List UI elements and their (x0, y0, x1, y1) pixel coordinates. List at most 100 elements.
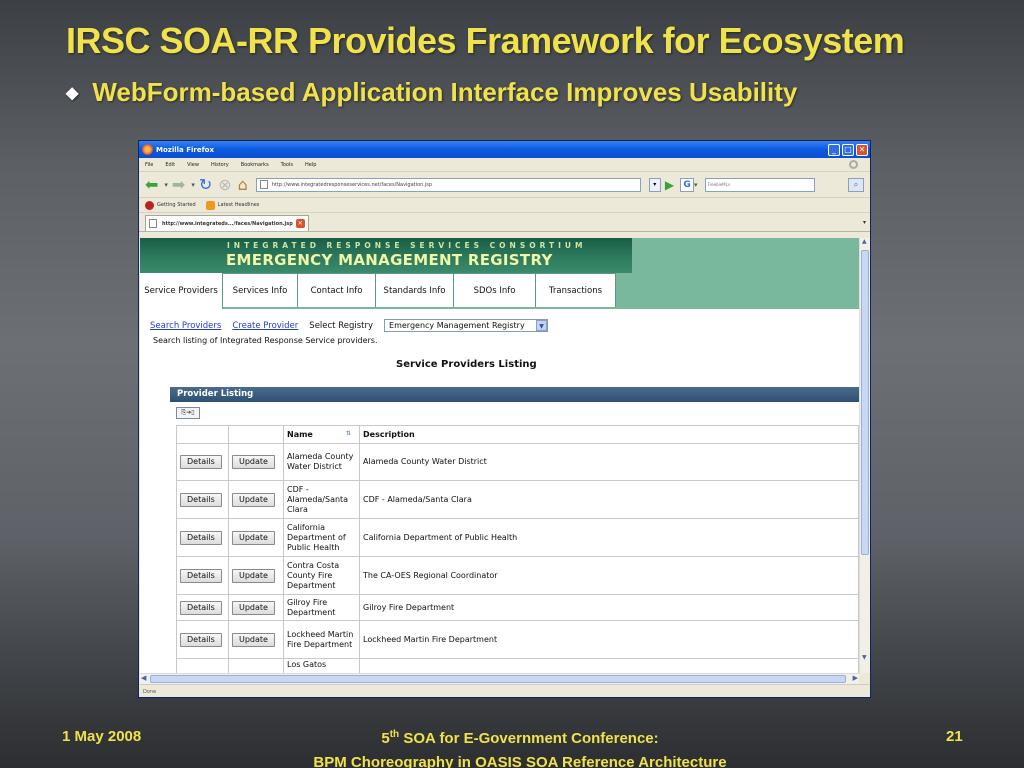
header-update-col (228, 425, 284, 444)
banner-title: EMERGENCY MANAGEMENT REGISTRY (226, 251, 553, 269)
details-button[interactable]: Details (180, 600, 222, 615)
back-dropdown-icon[interactable]: ▾ (164, 181, 168, 189)
stop-icon[interactable]: ⊗ (218, 176, 231, 193)
details-button[interactable]: Details (180, 632, 222, 647)
forward-dropdown-icon[interactable]: ▾ (191, 181, 195, 189)
menu-file[interactable]: File (145, 162, 153, 168)
search-providers-link[interactable]: Search Providers (150, 321, 221, 331)
close-tab-icon[interactable]: ✕ (295, 219, 305, 228)
footer-conf-num: 5 (381, 730, 390, 747)
slide-title: IRSC SOA-RR Provides Framework for Ecosy… (66, 20, 905, 61)
tab-service-providers[interactable]: Service Providers (140, 273, 223, 309)
home-icon[interactable]: ⌂ (238, 176, 248, 193)
table-row: Details Update Alameda County Water Dist… (176, 443, 859, 481)
rss-feed-icon (205, 200, 215, 210)
update-button[interactable]: Update (232, 632, 275, 647)
menu-edit[interactable]: Edit (165, 162, 175, 168)
header-name[interactable]: Name ⇅ (283, 425, 360, 444)
menu-bookmarks[interactable]: Bookmarks (241, 162, 269, 168)
menu-help[interactable]: Help (305, 162, 316, 168)
window-title: Mozilla Firefox (156, 145, 214, 154)
menu-view[interactable]: View (187, 162, 199, 168)
details-button[interactable]: Details (180, 455, 222, 469)
scroll-down-icon[interactable]: ▼ (862, 654, 867, 661)
registry-select-value: Emergency Management Registry (389, 321, 525, 330)
tab-list-dropdown-icon[interactable]: ▾ (863, 219, 866, 226)
tab-title: http://www.integrateds.../faces/Navigati… (162, 220, 293, 227)
throbber-icon (849, 160, 858, 169)
reload-icon[interactable]: ↻ (199, 176, 212, 193)
select-registry-label: Select Registry (309, 320, 374, 331)
details-button[interactable]: Details (180, 492, 222, 507)
header-description[interactable]: Description (359, 425, 859, 444)
diamond-bullet-icon: ◆ (66, 84, 79, 102)
maximize-button[interactable]: □ (842, 143, 854, 156)
scroll-up-icon[interactable]: ▲ (862, 238, 867, 245)
update-cell: Update (228, 443, 284, 481)
menu-tools[interactable]: Tools (281, 162, 293, 168)
provider-name: CDF - Alameda/Santa Clara (283, 480, 360, 519)
tab-standards-info[interactable]: Standards Info (376, 273, 454, 307)
close-window-button[interactable]: ✕ (856, 143, 868, 156)
url-bar[interactable]: http://www.integratedresponseservices.ne… (255, 177, 641, 192)
table-row: Details Update Gilroy Fire Department Gi… (176, 594, 859, 621)
tab-contact-info[interactable]: Contact Info (298, 273, 376, 307)
search-input[interactable]: FreebieMLv (704, 177, 815, 192)
footer-line2: BPM Choreography in OASIS SOA Reference … (313, 754, 727, 768)
vertical-scroll-thumb[interactable] (861, 250, 869, 555)
browser-titlebar: Mozilla Firefox _ □ ✕ (139, 141, 870, 158)
horizontal-scrollbar[interactable]: ◀ ▶ (140, 673, 859, 684)
minimize-button[interactable]: _ (828, 143, 840, 156)
update-cell: Update (228, 556, 284, 595)
firefox-icon (142, 144, 153, 155)
menu-history[interactable]: History (211, 162, 229, 168)
forward-arrow-icon[interactable]: ➡ (172, 176, 185, 193)
tab-services-info[interactable]: Services Info (223, 273, 298, 307)
footer-line1: 5th SOA for E-Government Conference: (240, 723, 800, 751)
update-button[interactable]: Update (232, 530, 275, 545)
export-icon[interactable]: ⎘➔▯ (176, 407, 200, 419)
table-row: Details Update Contra Costa County Fire … (176, 556, 859, 595)
listing-title: Service Providers Listing (396, 359, 537, 370)
vertical-scrollbar[interactable]: ▲ ▼ (859, 238, 870, 673)
horizontal-scroll-thumb[interactable] (150, 675, 846, 683)
update-button[interactable]: Update (232, 600, 275, 615)
provider-name: California Department of Public Health (283, 518, 360, 557)
scroll-right-icon[interactable]: ▶ (853, 674, 858, 682)
search-icon[interactable]: ⌕ (848, 177, 864, 192)
banner-logo-area: INTEGRATED RESPONSE SERVICES CONSORTIUM … (140, 238, 632, 273)
footer-conf-sup: th (389, 729, 400, 740)
go-icon[interactable]: ▶ (665, 178, 674, 192)
browser-tab[interactable]: http://www.integrateds.../faces/Navigati… (145, 215, 309, 231)
table-row: Los Gatos (176, 658, 859, 673)
bookmark-latest-headlines[interactable]: Latest Headlines (218, 202, 260, 208)
details-button[interactable]: Details (180, 530, 222, 545)
header-details-col (176, 425, 229, 444)
update-button[interactable]: Update (232, 492, 275, 507)
create-provider-link[interactable]: Create Provider (232, 321, 298, 331)
registry-select[interactable]: Emergency Management Registry ▼ (384, 319, 549, 332)
provider-description: The CA-OES Regional Coordinator (359, 556, 859, 595)
table-header-row: Name ⇅ Description (176, 425, 859, 444)
tab-transactions[interactable]: Transactions (536, 273, 616, 307)
tab-sdos-info[interactable]: SDOs Info (454, 273, 536, 307)
scroll-left-icon[interactable]: ◀ (141, 674, 146, 682)
update-cell: Update (228, 518, 284, 557)
google-icon[interactable]: G (680, 177, 695, 192)
page-icon (149, 219, 157, 228)
page-content: INTEGRATED RESPONSE SERVICES CONSORTIUM … (140, 238, 859, 673)
url-history-dropdown-icon[interactable]: ▾ (648, 177, 661, 192)
update-cell (228, 658, 284, 673)
app-banner: INTEGRATED RESPONSE SERVICES CONSORTIUM … (140, 238, 859, 273)
page-icon (259, 180, 268, 189)
sort-icon[interactable]: ⇅ (346, 430, 351, 437)
details-cell: Details (176, 594, 229, 621)
back-arrow-icon[interactable]: ⬅ (145, 176, 158, 193)
details-button[interactable]: Details (180, 568, 222, 583)
chevron-down-icon[interactable]: ▼ (536, 320, 548, 331)
update-button[interactable]: Update (232, 455, 275, 469)
search-engine-dropdown-icon[interactable]: ▾ (694, 181, 698, 189)
update-button[interactable]: Update (232, 568, 275, 583)
bookmark-getting-started[interactable]: Getting Started (157, 202, 196, 208)
menu-bar: File Edit View History Bookmarks Tools H… (139, 158, 870, 172)
